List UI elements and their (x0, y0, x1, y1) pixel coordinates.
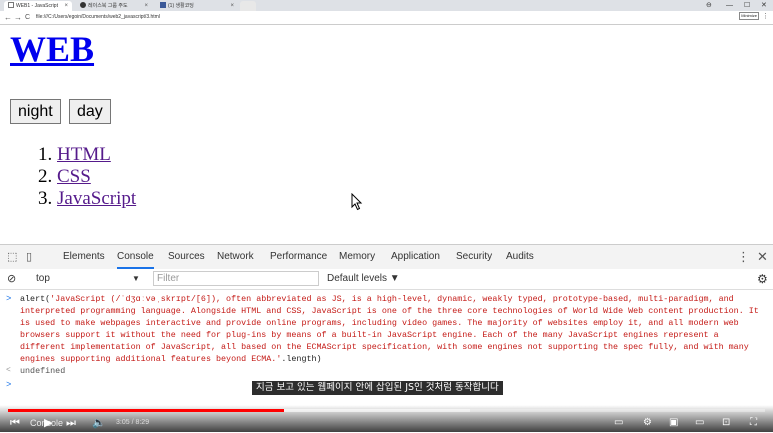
css-link[interactable]: CSS (57, 166, 91, 187)
reload-icon[interactable]: C (25, 12, 30, 23)
inspect-element-icon[interactable]: ⬚ (7, 250, 17, 263)
address-bar: ← → C file:///C:/Users/egoin/Documents/w… (0, 11, 773, 25)
chevron-down-icon[interactable]: ▼ (132, 269, 140, 289)
page-viewport (0, 25, 773, 244)
forward-icon[interactable]: → (14, 12, 22, 23)
subtitles-icon[interactable]: ▭ (614, 414, 623, 432)
new-tab-button[interactable] (240, 1, 256, 11)
log-levels-select[interactable]: Default levels ▼ (327, 269, 400, 289)
profile-icon[interactable]: ⊖ (706, 0, 712, 11)
input-prompt-icon: > (6, 294, 12, 304)
browser-tab-facebook[interactable]: (1) 생활코딩 × (156, 1, 238, 11)
settings-icon[interactable]: ⚙ (643, 414, 652, 432)
subtitle-caption: 지금 보고 있는 웹페이지 안에 삽입된 JS인 것처럼 동작합니다 (252, 381, 503, 395)
clear-console-icon[interactable]: ⊘ (7, 269, 16, 289)
command-call: alert( (20, 294, 51, 304)
list-item: CSS (57, 166, 136, 188)
command-tail: .length) (281, 354, 322, 364)
close-tab-icon[interactable]: × (230, 1, 234, 11)
github-icon (80, 2, 86, 8)
page-icon (8, 2, 14, 8)
window-close-button[interactable]: ✕ (761, 0, 767, 11)
mouse-cursor-icon (351, 193, 363, 211)
minimize-extension-button[interactable]: Minimize (739, 12, 759, 20)
console-filter-bar: ⊘ top ▼ Filter Default levels ▼ ⚙ (0, 269, 773, 290)
html-link[interactable]: HTML (57, 144, 111, 165)
browser-menu-icon[interactable]: ⋮ (762, 12, 769, 20)
devtools-tab-bar: ⬚ ▯ Elements Console Sources Network Per… (0, 245, 773, 270)
close-tab-icon[interactable]: × (144, 1, 148, 11)
devtools-menu-icon[interactable]: ⋮ (737, 245, 750, 269)
tab-sources[interactable]: Sources (168, 245, 205, 269)
list-item: HTML (57, 144, 136, 166)
web-heading-link[interactable]: WEB (10, 29, 94, 69)
browser-tab-web1[interactable]: WEB1 - JavaScript × (4, 1, 72, 11)
tab-network[interactable]: Network (217, 245, 254, 269)
video-time: 3:05 / 8:29 (116, 419, 150, 426)
progress-bar[interactable] (8, 409, 765, 412)
tab-audits[interactable]: Audits (506, 245, 534, 269)
tab-console[interactable]: Console (117, 245, 154, 269)
browser-tab-strip: WEB1 - JavaScript × 레이스북 그룹 주도 × (1) 생활코딩 ×… (0, 0, 773, 11)
miniplayer-icon[interactable]: ▣ (669, 414, 678, 432)
facebook-icon (160, 2, 166, 8)
context-select[interactable]: top (36, 269, 50, 289)
previous-icon[interactable]: ⏮ (10, 414, 20, 432)
list-item: JavaScript (57, 188, 136, 210)
device-toolbar-icon[interactable]: ▯ (26, 250, 32, 263)
browser-tab-title: 레이스북 그룹 주도 (88, 3, 128, 9)
theater-mode-icon[interactable]: ▭ (695, 414, 704, 432)
window-minimize-button[interactable]: — (726, 0, 733, 11)
volume-icon[interactable]: 🔈 (92, 414, 106, 432)
night-button[interactable]: night (10, 99, 61, 124)
tab-security[interactable]: Security (456, 245, 492, 269)
tab-application[interactable]: Application (391, 245, 440, 269)
url-field[interactable]: file:///C:/Users/egoin/Documents/web2_ja… (36, 12, 160, 22)
close-tab-icon[interactable]: × (64, 1, 68, 11)
tab-elements[interactable]: Elements (63, 245, 105, 269)
command-string: 'JavaScript (/ˈdʒɑːvəˌskrɪpt/[6]), often… (20, 294, 764, 364)
filter-input[interactable]: Filter (153, 271, 319, 286)
browser-tab-github[interactable]: 레이스북 그룹 주도 × (76, 1, 152, 11)
browser-tab-title: WEB1 - JavaScript (16, 3, 58, 9)
cast-icon[interactable]: ⊡ (722, 414, 730, 432)
window-maximize-button[interactable]: ☐ (744, 0, 750, 11)
javascript-link[interactable]: JavaScript (57, 188, 136, 209)
play-icon[interactable]: ▶ (44, 414, 52, 432)
day-button[interactable]: day (69, 99, 111, 124)
tab-memory[interactable]: Memory (339, 245, 375, 269)
topic-list: HTML CSS JavaScript (17, 144, 136, 210)
result-arrow-icon: < (6, 366, 11, 375)
console-command: alert('JavaScript (/ˈdʒɑːvəˌskrɪpt/[6]),… (20, 293, 765, 365)
next-icon[interactable]: ⏭ (66, 414, 76, 432)
page-heading: WEB (10, 28, 94, 70)
tab-performance[interactable]: Performance (270, 245, 327, 269)
fullscreen-icon[interactable]: ⛶ (750, 414, 757, 432)
console-input-prompt[interactable]: > (6, 379, 11, 391)
console-result: undefined (20, 366, 66, 376)
gear-icon[interactable]: ⚙ (757, 269, 768, 289)
played-bar (8, 409, 284, 412)
devtools-close-icon[interactable]: ✕ (757, 245, 768, 269)
back-icon[interactable]: ← (4, 12, 12, 23)
browser-tab-title: (1) 생활코딩 (168, 3, 194, 9)
